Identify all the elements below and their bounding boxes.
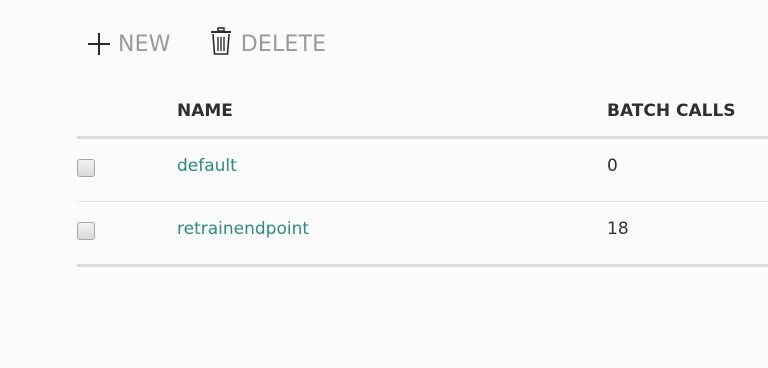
plus-icon — [88, 33, 110, 55]
delete-button[interactable]: DELETE — [209, 27, 327, 57]
endpoint-name-link[interactable]: retrainendpoint — [177, 219, 309, 239]
delete-button-label: DELETE — [240, 31, 327, 57]
endpoint-name-link[interactable]: default — [177, 156, 237, 176]
row-checkbox[interactable] — [77, 159, 95, 177]
trash-icon — [210, 27, 231, 55]
table-header: NAME BATCH CALLS — [77, 94, 768, 139]
table-row: retrainendpoint 18 — [77, 202, 768, 267]
toolbar: NEW DELETE — [88, 27, 326, 61]
column-header-name[interactable]: NAME — [177, 101, 233, 121]
table-row: default 0 — [77, 139, 768, 202]
new-button-label: NEW — [118, 31, 171, 57]
row-checkbox[interactable] — [77, 222, 95, 240]
new-button[interactable]: NEW — [88, 32, 171, 57]
batch-calls-value: 18 — [607, 219, 629, 239]
column-header-batch-calls[interactable]: BATCH CALLS — [607, 101, 736, 121]
batch-calls-value: 0 — [607, 156, 618, 176]
